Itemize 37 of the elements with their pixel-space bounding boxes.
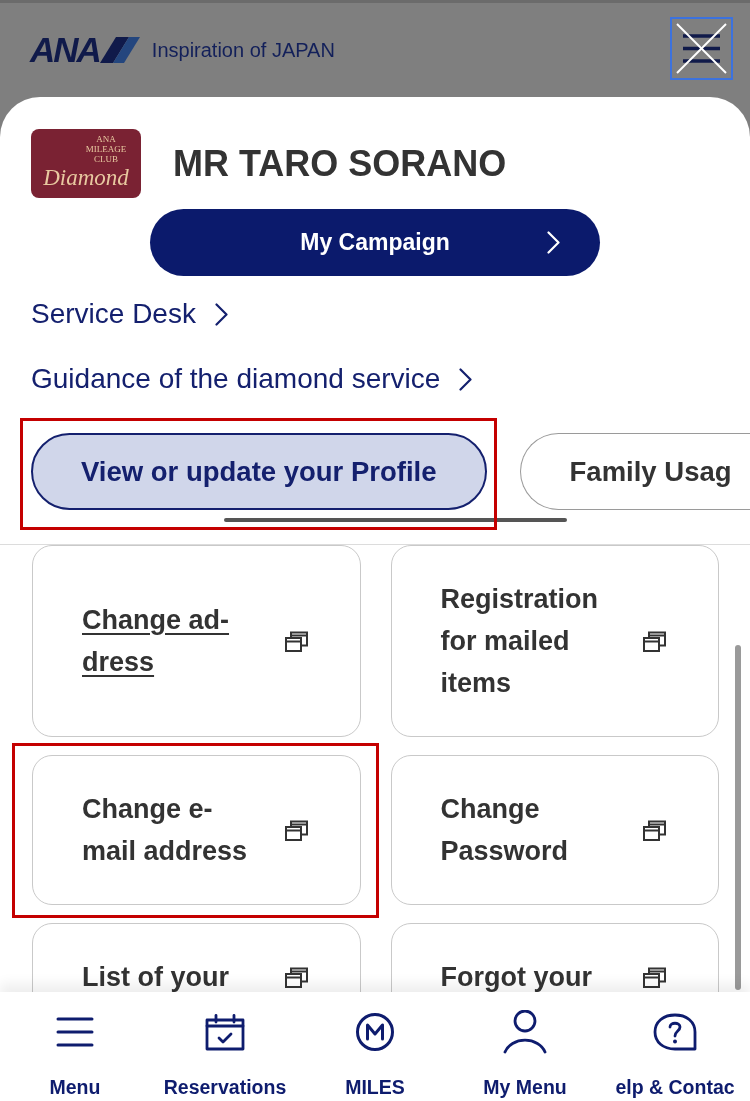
new-window-icon: [284, 966, 308, 988]
chevron-right-icon: [459, 367, 473, 391]
nav-button[interactable]: My Menu: [450, 992, 600, 1101]
new-window-icon: [643, 630, 666, 652]
chevron-right-icon: [547, 231, 560, 254]
menu-tile[interactable]: Change Password: [390, 755, 719, 905]
text-link[interactable]: Service Desk: [31, 294, 228, 334]
menu-icon: [56, 1017, 94, 1047]
person-icon: [503, 1010, 547, 1054]
text-link[interactable]: Guidance of the diamond service: [31, 359, 473, 399]
nav-button[interactable]: Reservations: [150, 992, 300, 1101]
menu-tile[interactable]: Change ad- dress: [32, 545, 361, 737]
chevron-right-icon: [214, 302, 228, 326]
nav-button[interactable]: MILES: [300, 992, 450, 1101]
campaign-button[interactable]: My Campaign: [150, 209, 600, 276]
new-window-icon: [643, 819, 666, 841]
new-window-icon: [284, 819, 308, 841]
logo-stripes-icon: [99, 37, 140, 63]
tagline-text: Inspiration of JAPAN: [151, 38, 335, 62]
logo-text: ANA: [30, 32, 100, 68]
circle-m-icon: [355, 1012, 395, 1052]
nav-button[interactable]: elp & Contac: [600, 992, 750, 1101]
new-window-icon: [643, 966, 666, 988]
card-club-text: ANA MILEAGE CLUB: [84, 134, 128, 164]
card-tier-text: Diamond: [43, 166, 129, 190]
menu-tile[interactable]: List of your: [32, 923, 361, 992]
calendar-icon: [205, 1013, 245, 1051]
help-icon: [653, 1013, 697, 1051]
tab[interactable]: Family Usag: [519, 433, 750, 510]
menu-tile[interactable]: Registration for mailed items: [390, 545, 719, 737]
close-button[interactable]: [670, 17, 733, 80]
menu-tile[interactable]: Forgot your: [390, 923, 719, 992]
new-window-icon: [284, 630, 308, 652]
member-name: MR TARO SORANO: [173, 142, 507, 185]
tab[interactable]: View or update your Profile: [31, 433, 487, 510]
menu-tile[interactable]: Change e- mail address: [32, 755, 361, 905]
nav-button[interactable]: Menu: [0, 992, 150, 1101]
